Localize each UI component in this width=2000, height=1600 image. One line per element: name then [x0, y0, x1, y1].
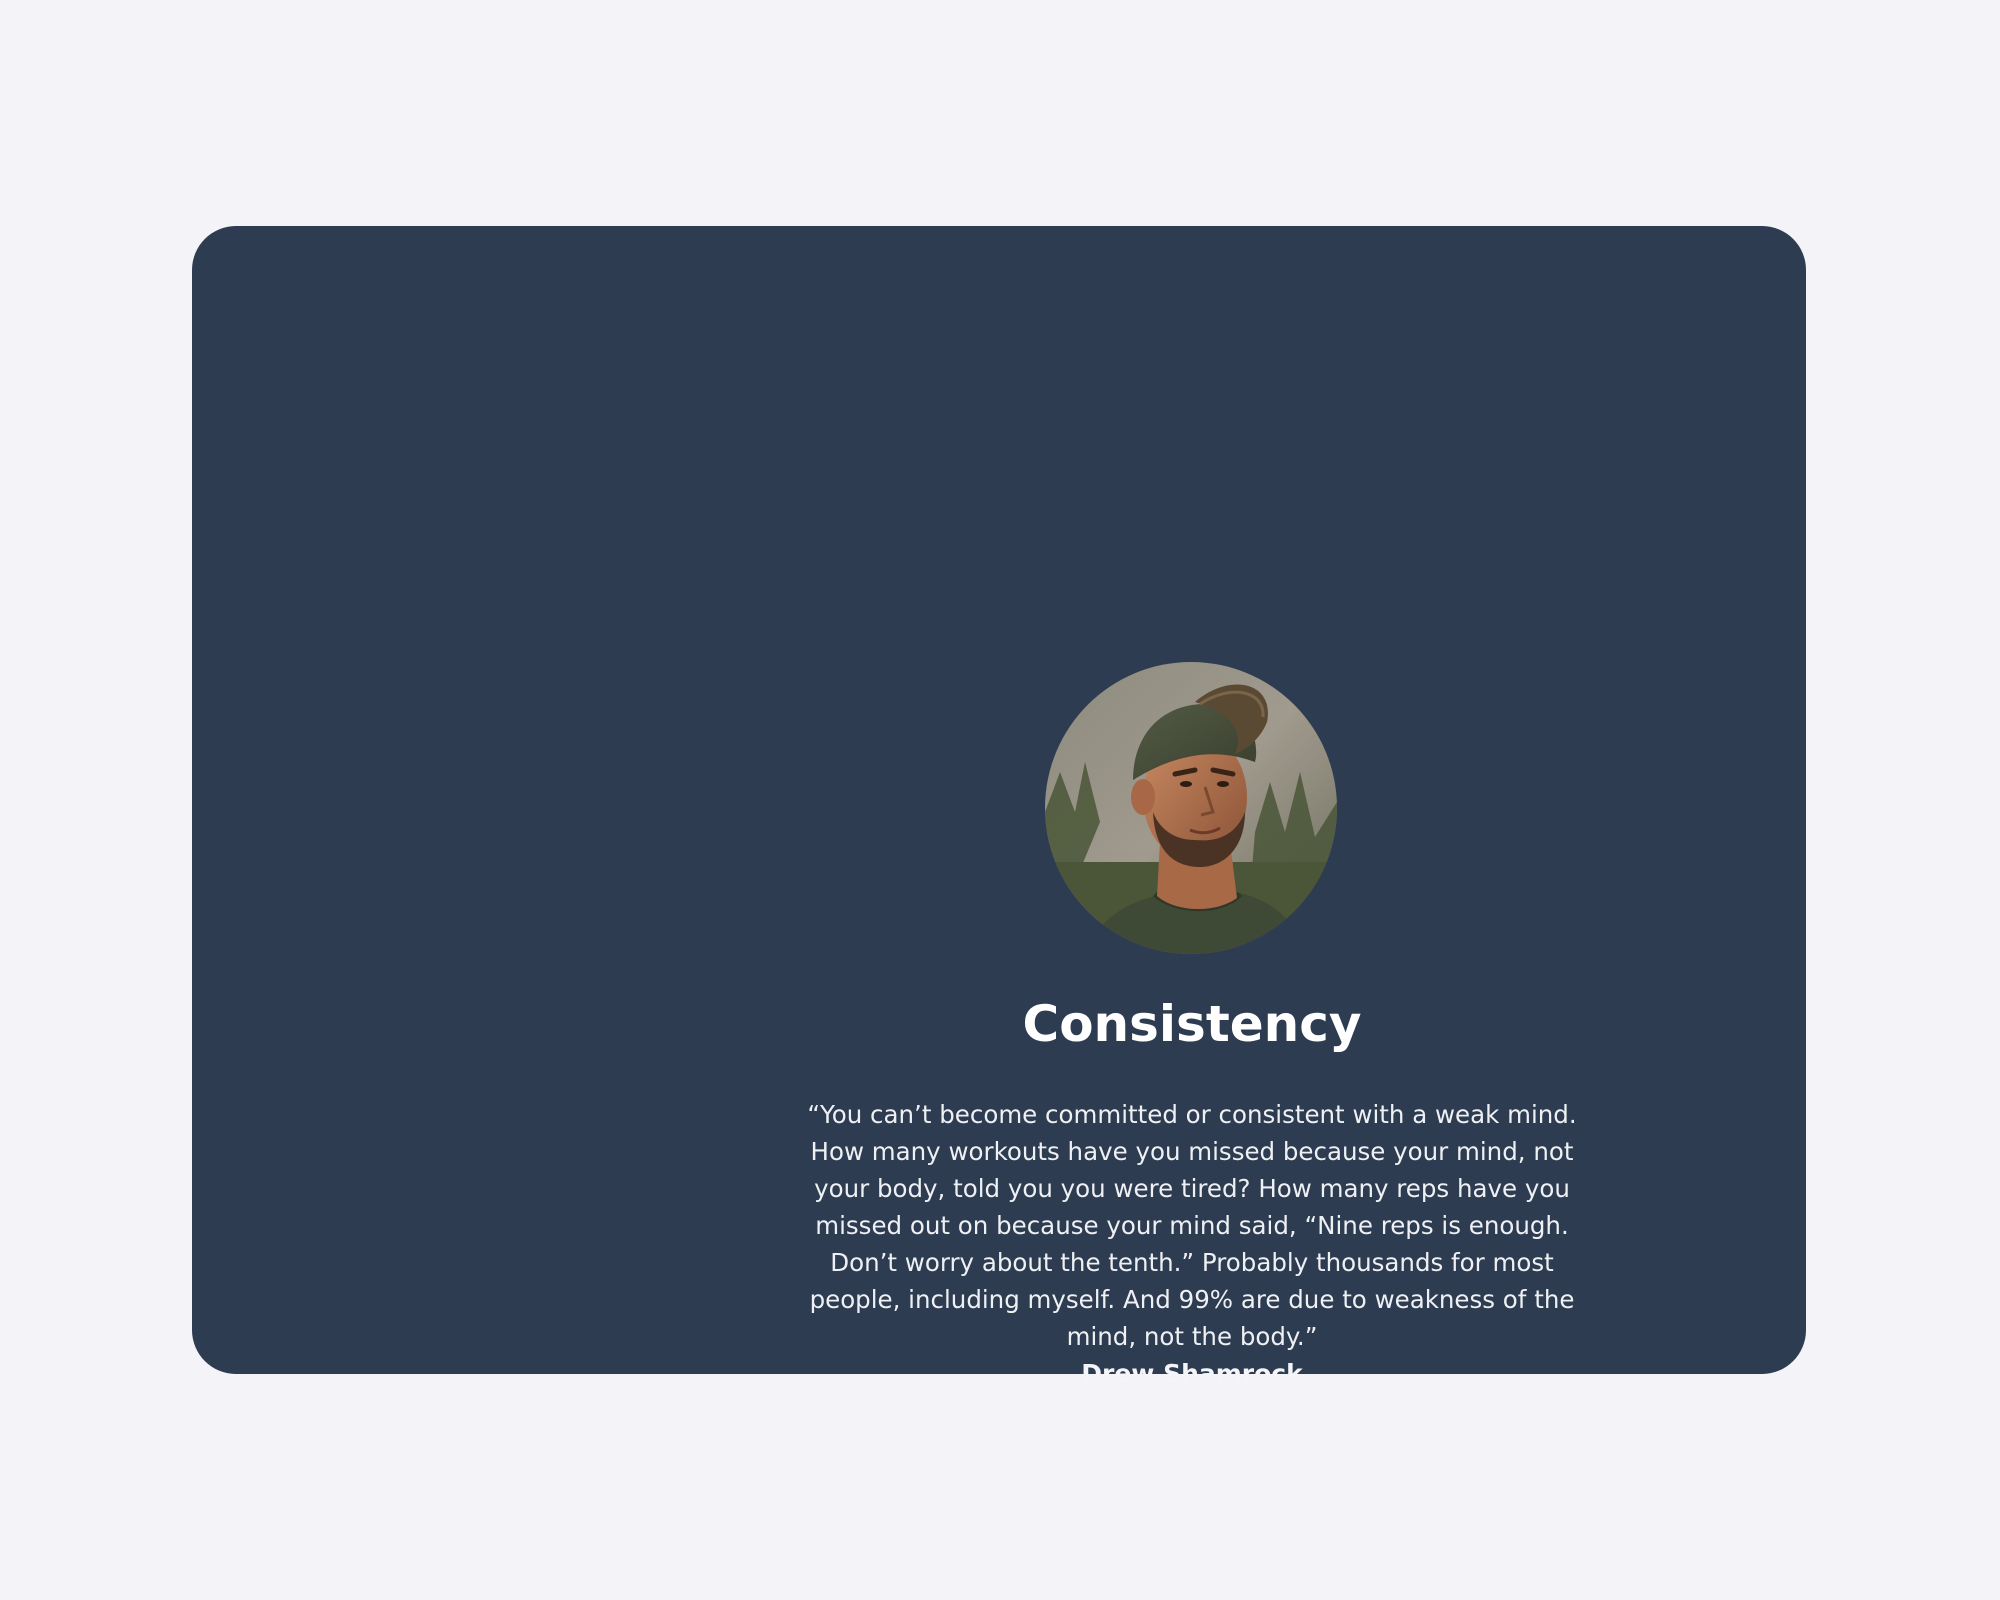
avatar-photo — [1045, 662, 1337, 954]
testimonial-quote: “You can’t become committed or consisten… — [807, 1100, 1577, 1351]
testimonial-title: Consistency — [1022, 995, 1362, 1053]
avatar — [1045, 662, 1337, 954]
testimonial-card: Consistency “You can’t become committed … — [192, 226, 1806, 1388]
testimonial-author: Drew Shamrock — [1081, 1359, 1303, 1388]
